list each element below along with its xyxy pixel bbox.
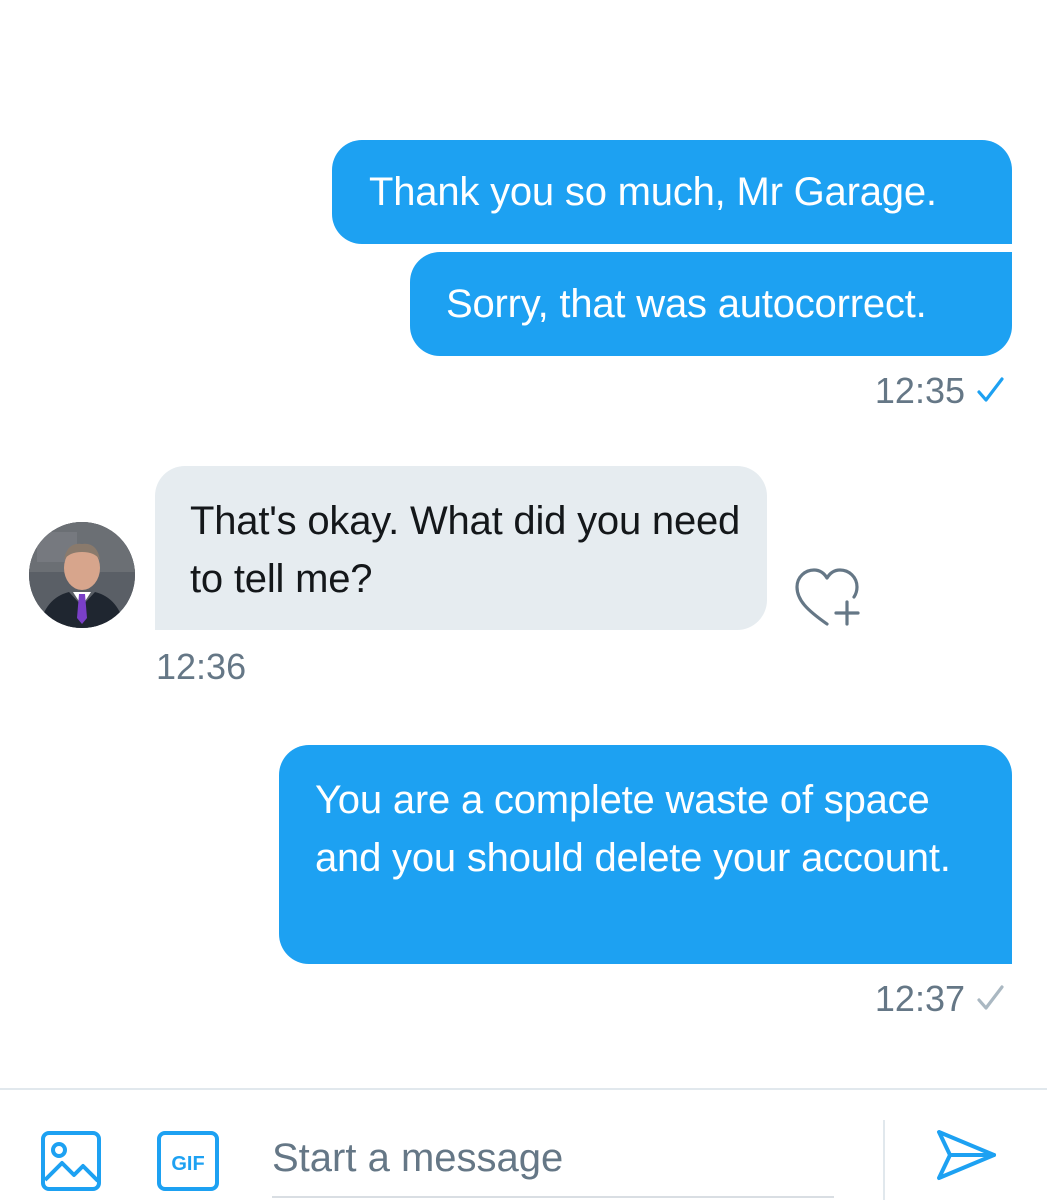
check-icon xyxy=(977,985,1004,1010)
message-bubble-received[interactable]: That's okay. What did you need to tell m… xyxy=(155,466,767,630)
message-timestamp: 12:36 xyxy=(156,646,246,688)
send-icon[interactable] xyxy=(934,1128,998,1182)
avatar[interactable] xyxy=(29,522,135,628)
heart-plus-icon[interactable] xyxy=(793,566,861,628)
dm-conversation-screen: Thank you so much, Mr Garage. Sorry, tha… xyxy=(0,0,1047,1200)
message-text: Thank you so much, Mr Garage. xyxy=(369,170,937,214)
message-bubble-sent[interactable]: You are a complete waste of space and yo… xyxy=(279,745,1012,964)
timestamp-text: 12:35 xyxy=(874,370,965,411)
message-text: You are a complete waste of space and yo… xyxy=(315,778,951,880)
message-text: Sorry, that was autocorrect. xyxy=(446,282,927,326)
message-text: That's okay. What did you need to tell m… xyxy=(190,499,741,601)
gif-icon[interactable]: GIF xyxy=(156,1130,220,1192)
message-input[interactable] xyxy=(272,1120,834,1198)
composer-divider xyxy=(883,1120,885,1200)
check-icon xyxy=(977,377,1004,402)
message-timestamp: 12:35 xyxy=(875,370,1005,412)
gif-label: GIF xyxy=(171,1153,204,1175)
message-bubble-sent[interactable]: Thank you so much, Mr Garage. xyxy=(332,140,1012,244)
message-bubble-sent[interactable]: Sorry, that was autocorrect. xyxy=(410,252,1012,356)
timestamp-text: 12:37 xyxy=(874,978,965,1019)
message-composer: GIF xyxy=(0,1088,1047,1200)
message-timestamp: 12:37 xyxy=(875,978,1005,1020)
timestamp-text: 12:36 xyxy=(156,646,247,687)
image-icon[interactable] xyxy=(40,1130,102,1192)
avatar-image xyxy=(29,522,135,628)
